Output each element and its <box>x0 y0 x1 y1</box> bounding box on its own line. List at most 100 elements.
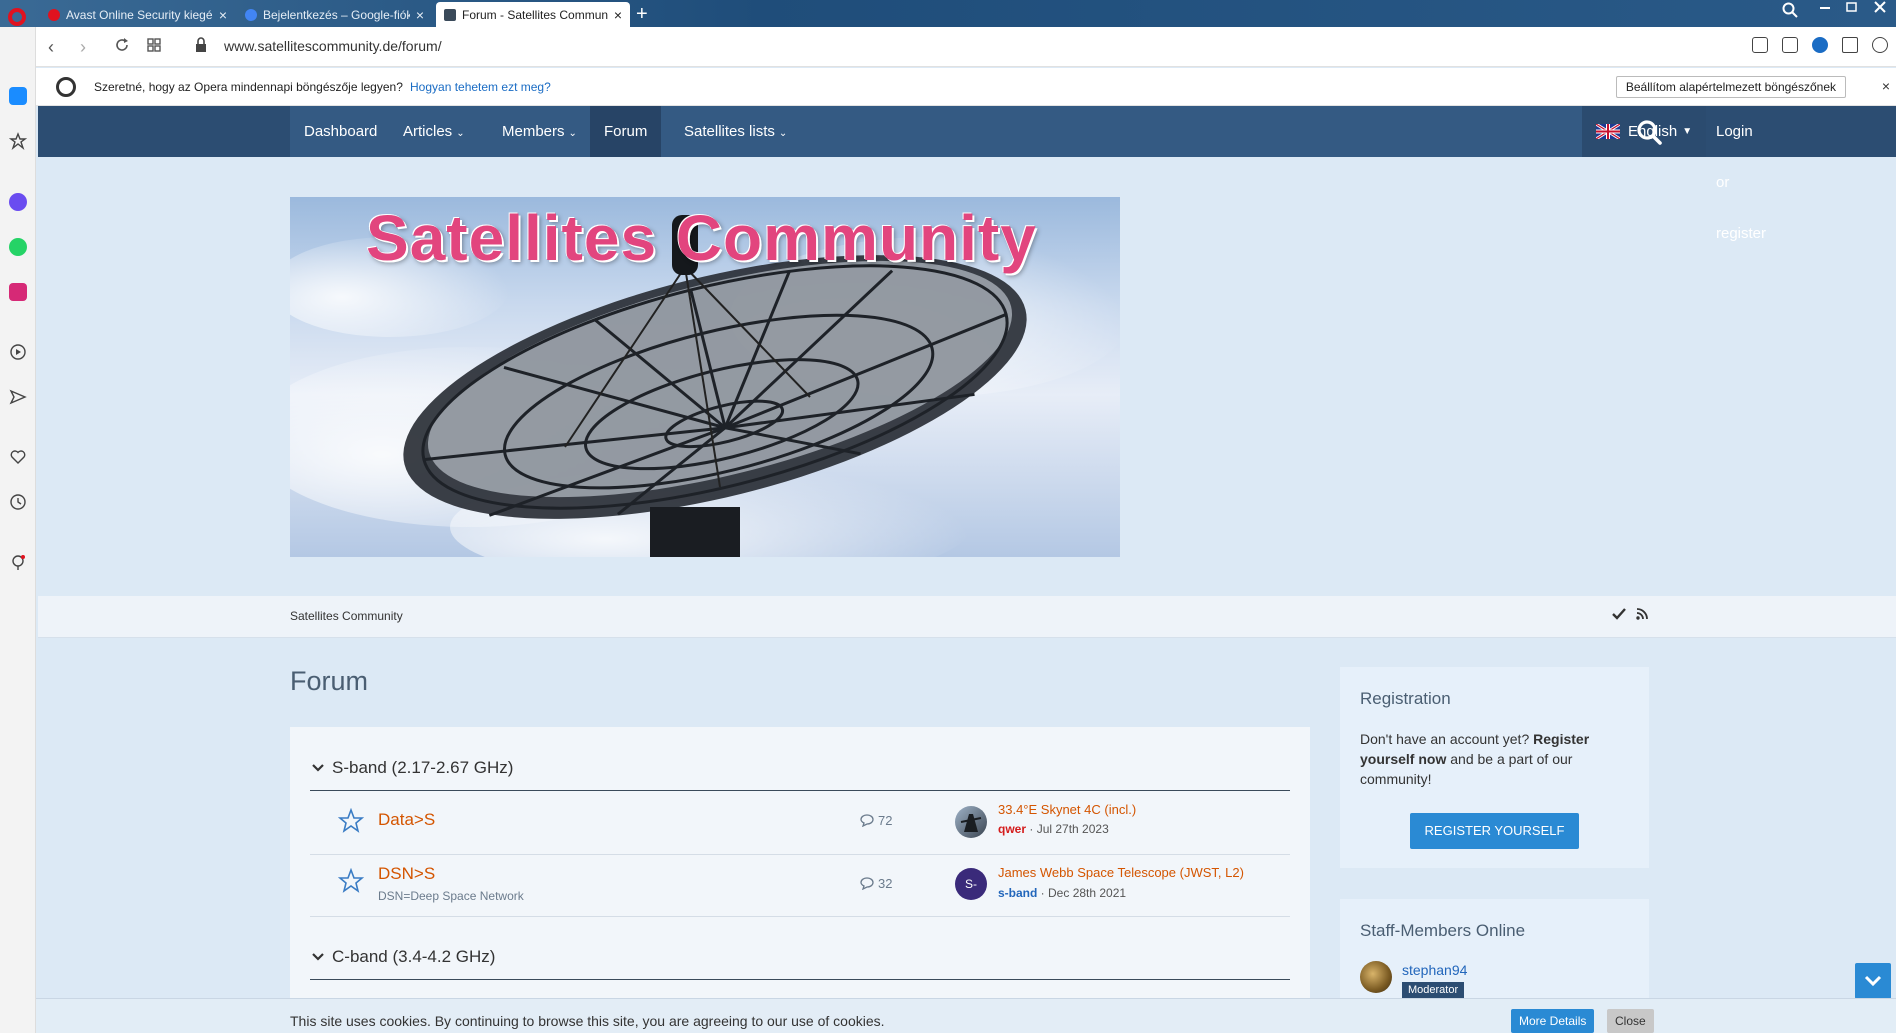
nav-dashboard[interactable]: Dashboard <box>290 106 391 157</box>
chevron-down-icon[interactable] <box>312 762 324 776</box>
default-browser-infobar: Szeretné, hogy az Opera mindennapi böngé… <box>36 68 1896 106</box>
category-header-c-band[interactable]: C-band (3.4-4.2 GHz) <box>312 947 495 967</box>
avatar[interactable]: S- <box>955 868 987 900</box>
lock-icon[interactable] <box>194 37 208 53</box>
category-header-s-band[interactable]: S-band (2.17-2.67 GHz) <box>312 758 513 778</box>
infobar-how-link[interactable]: Hogyan tehetem ezt meg? <box>410 80 551 94</box>
tab-avast[interactable]: Avast Online Security kiegé × <box>40 2 235 27</box>
star-icon[interactable] <box>338 808 364 834</box>
avatar[interactable] <box>955 806 987 838</box>
tabs-grid-icon[interactable] <box>146 37 162 53</box>
last-post-date: Jul 27th 2023 <box>1036 822 1109 836</box>
nav-forum[interactable]: Forum <box>590 106 662 157</box>
registration-title: Registration <box>1360 689 1451 708</box>
last-post-meta: qwer · Jul 27th 2023 <box>998 822 1109 836</box>
row-divider <box>310 916 1290 917</box>
address-bar: ‹ › www.satellitescommunity.de/forum/ <box>36 27 1896 67</box>
search-tabs-icon[interactable] <box>1782 2 1798 18</box>
page-title: Forum <box>290 666 369 696</box>
last-post-user[interactable]: s-band <box>998 886 1037 900</box>
tab-forum[interactable]: Forum - Satellites Commun × <box>436 2 630 27</box>
scroll-down-button[interactable] <box>1855 963 1891 999</box>
vpn-shield-icon[interactable] <box>1812 37 1828 53</box>
send-to-icon[interactable] <box>1842 37 1858 53</box>
staff-role-badge: Moderator <box>1402 982 1465 998</box>
send-icon[interactable] <box>9 388 27 406</box>
set-default-browser-button[interactable]: Beállítom alapértelmezett böngészőnek <box>1615 76 1846 98</box>
site-navigation-inner: Dashboard Articles ⌄ Members ⌄ Forum Satel… <box>290 106 1766 242</box>
tips-icon[interactable] <box>9 554 27 572</box>
search-icon[interactable] <box>1636 119 1662 145</box>
comment-icon <box>860 814 874 827</box>
opera-logo-icon[interactable] <box>8 8 26 26</box>
chevron-down-icon <box>1864 975 1882 987</box>
url-field[interactable]: www.satellitescommunity.de/forum/ <box>224 38 442 54</box>
close-tab-icon[interactable]: × <box>614 7 622 23</box>
whatsapp-icon[interactable] <box>9 238 27 256</box>
share-icon[interactable] <box>1752 37 1768 53</box>
reload-button[interactable] <box>114 37 130 53</box>
back-button[interactable]: ‹ <box>48 37 54 58</box>
chevron-down-icon[interactable] <box>312 951 324 965</box>
heart-icon[interactable] <box>9 448 27 466</box>
last-post-date: Dec 28th 2021 <box>1048 886 1127 900</box>
board-post-count: 72 <box>860 813 892 828</box>
cookie-text: This site uses cookies. By continuing to… <box>290 1013 885 1029</box>
snapshot-icon[interactable] <box>1782 37 1798 53</box>
infobar-question: Szeretné, hogy az Opera mindennapi böngé… <box>94 80 403 94</box>
caret-down-icon: ▼ <box>1682 126 1693 137</box>
history-icon[interactable] <box>9 493 27 511</box>
category-divider <box>310 790 1290 791</box>
register-yourself-button[interactable]: REGISTER YOURSELF <box>1410 813 1579 849</box>
messenger-icon[interactable] <box>9 193 27 211</box>
bookmark-heart-icon[interactable] <box>1872 37 1888 53</box>
login-register-link[interactable]: Login or register <box>1716 106 1766 242</box>
last-post-title[interactable]: 33.4°E Skynet 4C (incl.) <box>998 802 1136 817</box>
category-divider <box>310 979 1290 980</box>
board-dsn-s[interactable]: DSN>S <box>378 864 435 884</box>
avast-favicon-icon <box>48 8 60 21</box>
last-post-user[interactable]: qwer <box>998 822 1026 836</box>
player-icon[interactable] <box>9 343 27 361</box>
tab-google[interactable]: Bejelentkezés – Google-fiók × <box>237 2 432 27</box>
forum-list: S-band (2.17-2.67 GHz) Data>S 72 33.4°E … <box>290 727 1310 1033</box>
cookie-close-button[interactable]: Close <box>1607 1009 1654 1033</box>
site-navigation: Dashboard Articles ⌄ Members ⌄ Forum Satel… <box>38 106 1896 242</box>
nav-articles[interactable]: Articles ⌄ <box>389 106 479 157</box>
uk-flag-icon <box>1596 124 1620 139</box>
speed-dial-icon[interactable] <box>9 132 27 150</box>
registration-box: Registration Don't have an account yet? … <box>1340 667 1649 868</box>
opera-sidebar: ··· <box>0 27 36 1033</box>
instagram-icon[interactable] <box>9 283 27 301</box>
minimize-window-icon[interactable] <box>1818 0 1832 14</box>
mark-all-read-icon[interactable] <box>1612 608 1626 620</box>
home-icon[interactable] <box>9 87 27 105</box>
close-tab-icon[interactable]: × <box>219 7 227 23</box>
chevron-down-icon: ⌄ <box>568 128 577 139</box>
chevron-down-icon: ⌄ <box>456 128 465 139</box>
breadcrumb[interactable]: Satellites Community <box>290 609 403 623</box>
close-tab-icon[interactable]: × <box>416 7 424 23</box>
board-description: DSN=Deep Space Network <box>378 889 524 903</box>
cookie-banner: This site uses cookies. By continuing to… <box>36 998 1896 1033</box>
new-tab-button[interactable]: + <box>636 3 648 26</box>
comment-icon <box>860 877 874 890</box>
google-favicon-icon <box>245 8 257 21</box>
forward-button[interactable]: › <box>80 37 86 58</box>
rss-feed-icon[interactable] <box>1636 608 1648 620</box>
site-banner[interactable]: Satellites Community <box>290 197 1120 557</box>
infobar-close-button[interactable]: × <box>1882 78 1890 94</box>
last-post-title[interactable]: James Webb Space Telescope (JWST, L2) <box>998 865 1244 880</box>
restore-window-icon[interactable] <box>1845 0 1859 14</box>
address-bar-actions <box>1752 37 1888 53</box>
banner-title: Satellites Community <box>366 202 1037 274</box>
cookie-more-details-button[interactable]: More Details <box>1511 1009 1595 1033</box>
nav-members[interactable]: Members ⌄ <box>488 106 591 157</box>
staff-member-name[interactable]: stephan94 <box>1402 962 1467 978</box>
avatar[interactable] <box>1360 961 1392 993</box>
last-post-meta: s-band · Dec 28th 2021 <box>998 886 1127 900</box>
star-icon[interactable] <box>338 868 364 894</box>
registration-text: Don't have an account yet? Register your… <box>1360 731 1590 787</box>
close-window-icon[interactable] <box>1873 0 1887 14</box>
board-data-s[interactable]: Data>S <box>378 810 435 830</box>
